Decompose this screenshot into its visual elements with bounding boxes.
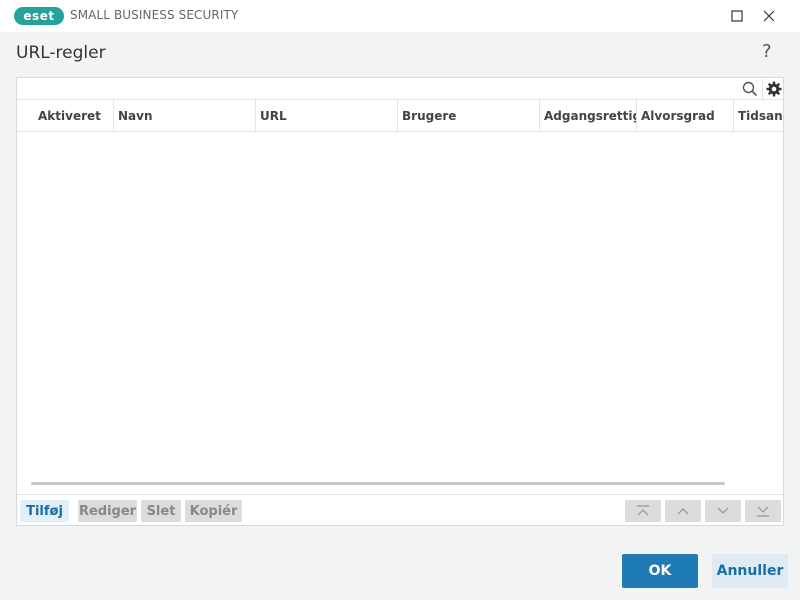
column-header-schedule[interactable]: Tidsangi xyxy=(734,100,783,131)
column-header-name[interactable]: Navn xyxy=(114,100,256,131)
list-actions-bar: Tilføj Rediger Slet Kopiér xyxy=(17,494,783,525)
help-button[interactable]: ? xyxy=(762,41,772,62)
product-name: SMALL BUSINESS SECURITY xyxy=(70,8,239,22)
table-header: Aktiveret Navn URL Brugere Adgangsrettig… xyxy=(17,100,783,132)
title-bar: eset SMALL BUSINESS SECURITY xyxy=(0,0,800,32)
move-top-button[interactable] xyxy=(625,500,661,522)
chevron-down-icon xyxy=(717,507,729,514)
eset-logo: eset xyxy=(14,7,64,25)
maximize-button[interactable] xyxy=(723,4,751,28)
move-to-bottom-icon xyxy=(757,506,769,517)
maximize-icon xyxy=(731,10,743,22)
add-button[interactable]: Tilføj xyxy=(20,500,69,522)
column-header-access-rights[interactable]: Adgangsrettig... xyxy=(540,100,637,131)
list-toolbar xyxy=(17,78,783,100)
edit-button[interactable]: Rediger xyxy=(78,500,137,522)
move-bottom-button[interactable] xyxy=(745,500,781,522)
url-rules-panel: Aktiveret Navn URL Brugere Adgangsrettig… xyxy=(16,77,784,526)
column-header-enabled[interactable]: Aktiveret xyxy=(34,100,114,131)
close-button[interactable] xyxy=(755,4,783,28)
ok-button[interactable]: OK xyxy=(622,554,698,588)
gear-icon xyxy=(766,81,781,97)
chevron-up-icon xyxy=(677,508,689,515)
search-button[interactable] xyxy=(739,79,761,99)
page-title: URL-regler xyxy=(16,43,106,63)
column-header-users[interactable]: Brugere xyxy=(398,100,540,131)
horizontal-scrollbar[interactable] xyxy=(31,482,725,485)
rules-list[interactable] xyxy=(17,133,783,483)
column-header-url[interactable]: URL xyxy=(256,100,398,131)
settings-button[interactable] xyxy=(762,79,784,99)
move-to-top-icon xyxy=(637,505,649,516)
delete-button[interactable]: Slet xyxy=(141,500,181,522)
search-icon xyxy=(742,81,758,97)
copy-button[interactable]: Kopiér xyxy=(185,500,242,522)
move-up-button[interactable] xyxy=(665,500,701,522)
move-down-button[interactable] xyxy=(705,500,741,522)
close-icon xyxy=(763,10,775,22)
column-header-severity[interactable]: Alvorsgrad xyxy=(637,100,734,131)
cancel-button[interactable]: Annuller xyxy=(712,554,788,588)
